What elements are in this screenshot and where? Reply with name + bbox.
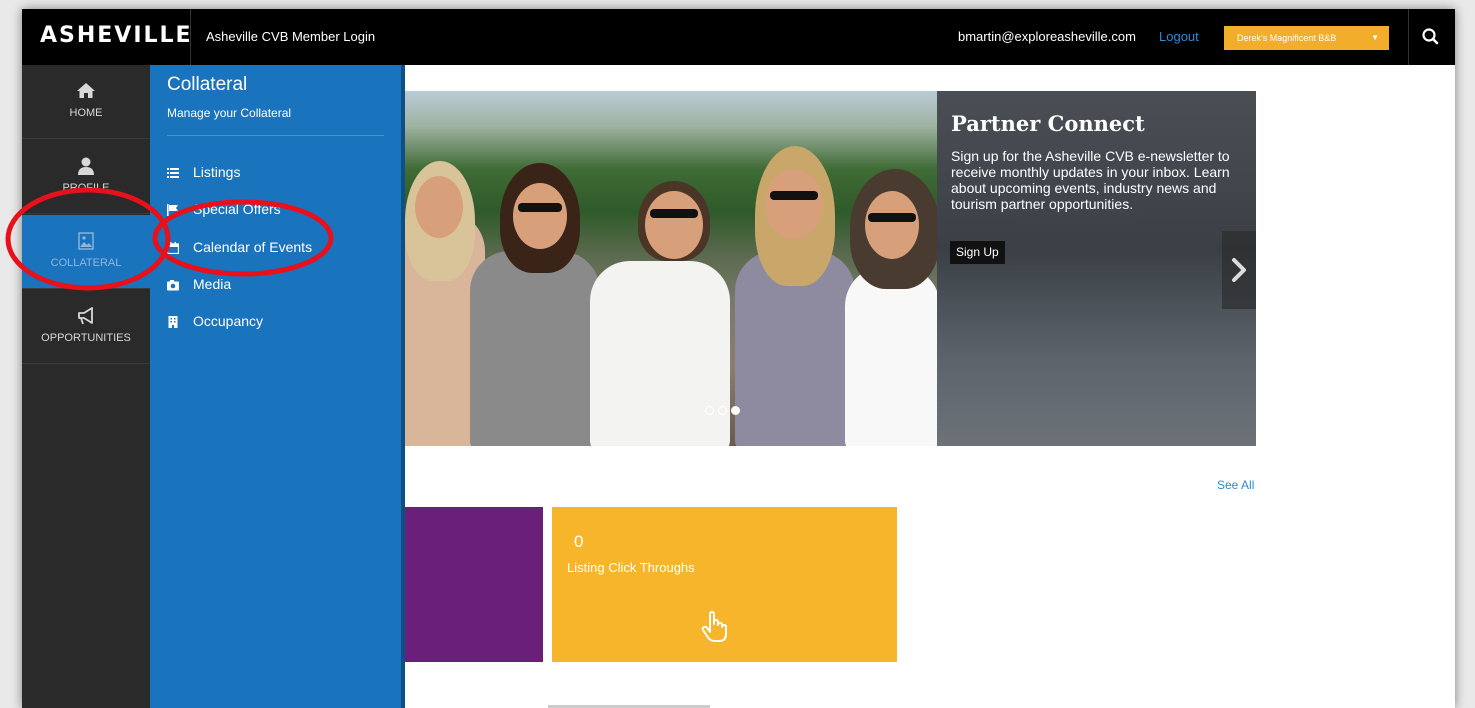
see-all-link[interactable]: See All bbox=[1217, 478, 1254, 492]
photo-face bbox=[415, 176, 463, 238]
stat-tile[interactable] bbox=[405, 507, 543, 662]
photo-face bbox=[765, 169, 823, 239]
nav-item-home[interactable]: HOME bbox=[22, 65, 150, 139]
photo-sunglasses bbox=[518, 203, 562, 212]
promo-panel: Partner Connect Sign up for the Ashevill… bbox=[937, 91, 1256, 446]
submenu-item-listings[interactable]: Listings bbox=[167, 162, 387, 186]
top-bar: ASHEVILLE Asheville CVB Member Login bma… bbox=[22, 9, 1455, 65]
pointer-hand-icon bbox=[701, 611, 727, 642]
carousel-dot[interactable] bbox=[718, 406, 727, 415]
submenu-item-label: Special Offers bbox=[193, 201, 281, 217]
submenu-item-media[interactable]: Media bbox=[167, 274, 387, 298]
photo-face bbox=[513, 183, 567, 249]
collateral-submenu: Collateral Manage your Collateral Listin… bbox=[150, 65, 405, 708]
list-icon bbox=[167, 168, 179, 178]
flag-icon bbox=[167, 204, 178, 216]
submenu-title: Collateral bbox=[167, 74, 248, 95]
photo-sunglasses bbox=[650, 209, 698, 218]
property-select-value: Derek's Magnificent B&B bbox=[1237, 33, 1337, 43]
hero-photo bbox=[405, 91, 940, 446]
nav-item-collateral[interactable]: COLLATERAL bbox=[22, 215, 150, 289]
home-icon bbox=[77, 83, 95, 98]
photo-person bbox=[845, 266, 940, 446]
building-icon bbox=[168, 316, 178, 328]
stat-count: 0 bbox=[574, 532, 584, 551]
stat-label: Listing Click Throughs bbox=[567, 560, 695, 575]
chevron-right-icon bbox=[1232, 258, 1246, 282]
photo-sunglasses bbox=[868, 213, 916, 222]
main-nav: HOME PROFILE COLLATERAL OPPORTUNITIES bbox=[22, 65, 150, 708]
photo-person bbox=[590, 261, 730, 446]
submenu-item-occupancy[interactable]: Occupancy bbox=[167, 311, 387, 335]
chevron-down-icon: ▼ bbox=[1371, 33, 1379, 42]
submenu-item-special-offers[interactable]: Special Offers bbox=[167, 199, 387, 223]
user-icon bbox=[78, 157, 94, 175]
submenu-item-label: Listings bbox=[193, 164, 241, 180]
submenu-item-label: Media bbox=[193, 276, 232, 292]
user-email: bmartin@exploreasheville.com bbox=[958, 29, 1136, 44]
carousel-dot[interactable] bbox=[705, 406, 714, 415]
camera-icon bbox=[167, 280, 179, 291]
calendar-icon bbox=[167, 242, 179, 254]
stat-tile-listing-click-throughs[interactable]: 0 Listing Click Throughs bbox=[552, 507, 897, 662]
nav-item-opportunities[interactable]: OPPORTUNITIES bbox=[22, 290, 150, 364]
logout-link[interactable]: Logout bbox=[1159, 29, 1199, 44]
nav-item-profile[interactable]: PROFILE bbox=[22, 140, 150, 214]
nav-item-label: HOME bbox=[69, 107, 103, 119]
carousel-dot-active[interactable] bbox=[731, 406, 740, 415]
photo-face bbox=[645, 191, 703, 259]
carousel-indicators bbox=[705, 406, 745, 416]
promo-title: Partner Connect bbox=[951, 111, 1145, 136]
submenu-description: Manage your Collateral bbox=[167, 106, 292, 120]
search-button[interactable] bbox=[1408, 9, 1455, 65]
nav-item-label: OPPORTUNITIES bbox=[41, 332, 131, 344]
hero-carousel: Partner Connect Sign up for the Ashevill… bbox=[405, 91, 1256, 446]
nav-item-label: COLLATERAL bbox=[50, 257, 122, 269]
submenu-item-label: Occupancy bbox=[193, 313, 264, 329]
submenu-item-calendar-of-events[interactable]: Calendar of Events bbox=[167, 237, 387, 261]
promo-text: Sign up for the Asheville CVB e-newslett… bbox=[951, 148, 1230, 212]
asheville-logo[interactable]: ASHEVILLE bbox=[40, 23, 193, 48]
divider bbox=[167, 135, 384, 136]
search-icon bbox=[1422, 28, 1439, 45]
browser-page: ASHEVILLE Asheville CVB Member Login bma… bbox=[22, 9, 1455, 708]
app-title: Asheville CVB Member Login bbox=[206, 29, 376, 44]
nav-item-label: PROFILE bbox=[62, 182, 110, 194]
property-select[interactable]: Derek's Magnificent B&B ▼ bbox=[1224, 26, 1389, 50]
submenu-item-label: Calendar of Events bbox=[193, 239, 313, 255]
image-icon bbox=[78, 232, 94, 250]
divider bbox=[190, 9, 191, 65]
photo-person bbox=[470, 251, 600, 446]
photo-face bbox=[865, 191, 919, 259]
photo-sunglasses bbox=[770, 191, 818, 200]
carousel-next-button[interactable] bbox=[1222, 231, 1256, 309]
megaphone-icon bbox=[78, 307, 93, 325]
sign-up-button[interactable]: Sign Up bbox=[950, 241, 1005, 264]
